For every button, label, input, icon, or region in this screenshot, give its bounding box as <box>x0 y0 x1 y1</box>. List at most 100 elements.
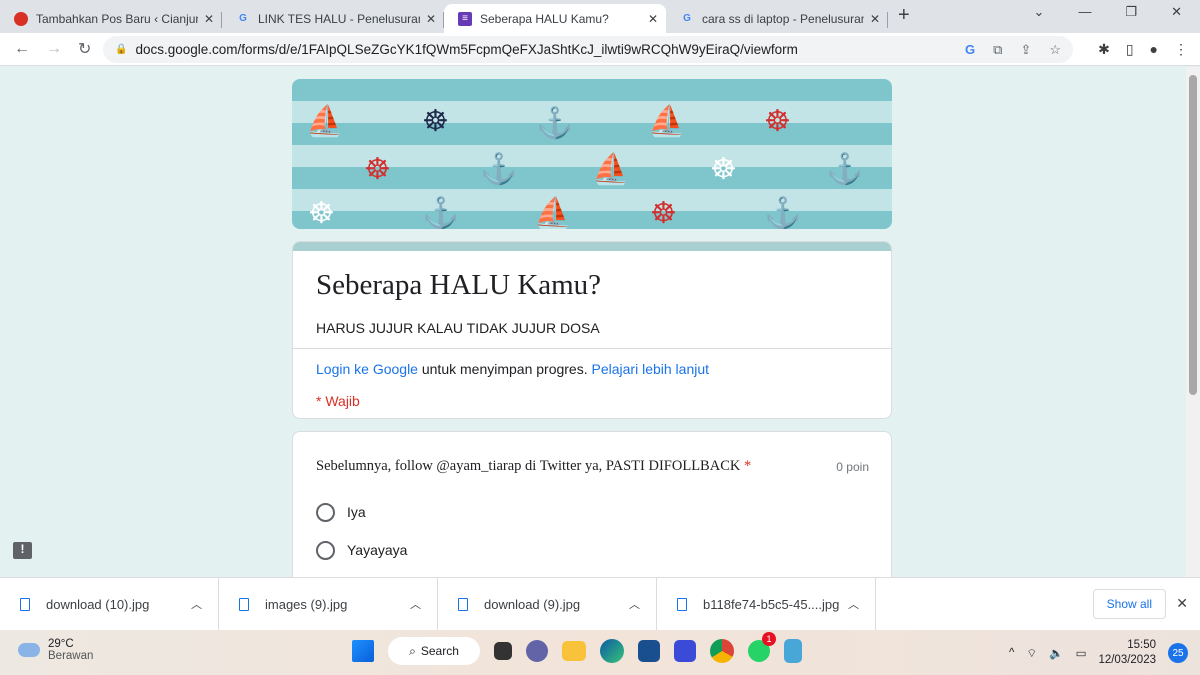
chrome-icon[interactable] <box>710 639 734 663</box>
close-icon[interactable]: ✕ <box>870 12 880 26</box>
menu-icon[interactable]: ⋮ <box>1174 41 1188 58</box>
battery-icon[interactable]: ▭ <box>1076 646 1087 660</box>
task-view-icon[interactable] <box>494 642 512 660</box>
file-icon <box>677 597 687 611</box>
file-icon <box>239 597 249 611</box>
time: 15:50 <box>1127 639 1156 651</box>
reload-icon[interactable]: ↻ <box>78 39 96 59</box>
tab-1[interactable]: G LINK TES HALU - Penelusuran Go ✕ <box>222 4 444 33</box>
cloud-icon <box>18 643 40 657</box>
download-bar: download (10).jpg ︿ images (9).jpg ︿ downl… <box>0 577 1200 631</box>
weather-widget[interactable]: 29°C Berawan <box>18 638 93 662</box>
close-icon[interactable]: ✕ <box>648 12 658 26</box>
show-all-button[interactable]: Show all <box>1092 589 1166 619</box>
learn-more-link[interactable]: Pelajari lebih lanjut <box>592 361 710 377</box>
header-banner-image: ⛵ ☸ ⚓ ⛵ ☸ ☸ ⚓ ⛵ ☸ ⚓ ☸ ⚓ ⛵ ☸ ⚓ <box>292 79 892 229</box>
option-iya[interactable]: Iya <box>316 493 891 531</box>
date: 12/03/2023 <box>1098 654 1156 666</box>
app-icon[interactable] <box>674 640 696 662</box>
close-icon[interactable]: ✕ <box>204 12 214 26</box>
tab-title: LINK TES HALU - Penelusuran Go <box>258 11 420 26</box>
option-label: Yayayaya <box>347 542 408 558</box>
minimize-button[interactable]: — <box>1078 4 1091 20</box>
google-icon[interactable]: G <box>965 42 975 58</box>
share-icon[interactable]: ⇪ <box>1020 42 1031 58</box>
forward-icon[interactable]: → <box>46 40 64 58</box>
tab-strip: Tambahkan Pos Baru ‹ Cianjur Ek ✕ G LINK T… <box>0 0 1200 33</box>
taskbar: 29°C Berawan ⌕ Search 1 ^ ⌔ 🔈 ▭ 15:50 12/03… <box>0 630 1200 675</box>
tab-search-icon[interactable]: ⌄ <box>1034 4 1045 20</box>
chevron-up-icon[interactable]: ︿ <box>848 596 859 612</box>
address-bar-row: ← → ↻ 🔒 docs.google.com/forms/d/e/1FAIpQ… <box>0 33 1200 66</box>
back-icon[interactable]: ← <box>14 40 32 58</box>
download-item[interactable]: b118fe74-b5c5-45....jpg ︿ <box>657 577 876 631</box>
form-header-card: Seberapa HALU Kamu? HARUS JUJUR KALAU TI… <box>292 241 892 419</box>
radio-button[interactable] <box>316 502 335 522</box>
login-notice: Login ke Google untuk menyimpan progres.… <box>316 361 891 377</box>
search-label: Search <box>420 644 459 658</box>
form-page: ⛵ ☸ ⚓ ⛵ ☸ ☸ ⚓ ⛵ ☸ ⚓ ☸ ⚓ ⛵ ☸ ⚓ Seberapa HALU Kamu? HA… <box>0 67 1186 577</box>
tab-2[interactable]: ≡ Seberapa HALU Kamu? ✕ <box>444 4 666 33</box>
tab-title: Seberapa HALU Kamu? <box>480 11 609 26</box>
scrollbar-thumb[interactable] <box>1189 75 1197 395</box>
edge-icon[interactable] <box>600 639 624 663</box>
show-hidden-icons[interactable]: ^ <box>1009 647 1014 659</box>
report-feedback-icon[interactable]: ! <box>13 542 32 559</box>
windows-start-icon[interactable] <box>352 640 374 662</box>
download-item[interactable]: images (9).jpg ︿ <box>219 577 438 631</box>
temperature: 29°C <box>48 638 74 650</box>
restore-button[interactable]: ❐ <box>1125 4 1137 20</box>
tab-title: cara ss di laptop - Penelusuran G <box>702 11 864 26</box>
teams-chat-icon[interactable] <box>526 640 548 662</box>
close-window-button[interactable]: ✕ <box>1171 4 1182 20</box>
chevron-up-icon[interactable]: ︿ <box>410 596 421 612</box>
chevron-up-icon[interactable]: ︿ <box>191 596 202 612</box>
notification-badge: 1 <box>762 632 776 646</box>
question-label: Sebelumnya, follow @ayam_tiarap di Twitt… <box>316 458 741 474</box>
side-panel-icon[interactable]: ▯ <box>1126 41 1134 58</box>
bookmark-star-icon[interactable]: ☆ <box>1049 42 1061 58</box>
wifi-icon[interactable]: ⌔ <box>1026 646 1037 661</box>
download-item[interactable]: download (9).jpg ︿ <box>438 577 657 631</box>
close-download-bar-icon[interactable]: ✕ <box>1176 595 1188 612</box>
microsoft-store-icon[interactable] <box>638 640 660 662</box>
weather-text: Berawan <box>48 650 94 662</box>
notification-count-badge[interactable]: 25 <box>1168 643 1188 663</box>
file-explorer-icon[interactable] <box>562 641 586 661</box>
chevron-up-icon[interactable]: ︿ <box>629 596 640 612</box>
login-link[interactable]: Login ke Google <box>316 361 418 377</box>
whatsapp-icon[interactable]: 1 <box>748 632 776 662</box>
download-name: images (9).jpg <box>265 596 348 612</box>
google-forms-icon: ≡ <box>458 11 472 26</box>
download-item[interactable]: download (10).jpg ︿ <box>0 577 219 631</box>
new-tab-button[interactable]: + <box>898 4 910 27</box>
download-name: download (9).jpg <box>484 596 581 612</box>
question-card: Sebelumnya, follow @ayam_tiarap di Twitt… <box>292 431 892 577</box>
required-star: * <box>740 458 752 474</box>
points-label: 0 poin <box>836 460 869 474</box>
profile-avatar[interactable]: ● <box>1150 41 1158 58</box>
close-icon[interactable]: ✕ <box>426 12 436 26</box>
url-field[interactable]: 🔒 docs.google.com/forms/d/e/1FAIpQLSeZGc… <box>103 36 1073 63</box>
question-text: Sebelumnya, follow @ayam_tiarap di Twitt… <box>316 458 891 475</box>
clock[interactable]: 15:50 12/03/2023 <box>1098 638 1156 668</box>
file-icon <box>458 597 468 611</box>
tab-3[interactable]: Gcara ss di laptop - Penelusuran G ✕ <box>666 4 888 33</box>
notepad-icon[interactable] <box>784 639 802 663</box>
google-icon: G <box>683 13 691 24</box>
file-icon <box>20 597 30 611</box>
option-yayayaya[interactable]: Yayayaya <box>316 531 891 569</box>
tab-0[interactable]: Tambahkan Pos Baru ‹ Cianjur Ek ✕ <box>0 4 222 33</box>
form-description: HARUS JUJUR KALAU TIDAK JUJUR DOSA <box>316 320 600 336</box>
download-name: b118fe74-b5c5-45....jpg <box>703 596 840 612</box>
search-icon: ⌕ <box>409 643 416 658</box>
translate-icon[interactable]: ⧉ <box>993 42 1002 58</box>
scrollbar[interactable] <box>1186 67 1200 577</box>
tab-title: Tambahkan Pos Baru ‹ Cianjur Ek <box>36 11 198 26</box>
extensions-icon[interactable]: ✱ <box>1098 41 1110 58</box>
volume-icon[interactable]: 🔈 <box>1049 646 1063 660</box>
search-button[interactable]: ⌕ Search <box>388 637 480 665</box>
radio-button[interactable] <box>316 540 335 560</box>
form-title: Seberapa HALU Kamu? <box>316 269 602 301</box>
site-icon <box>14 11 28 26</box>
